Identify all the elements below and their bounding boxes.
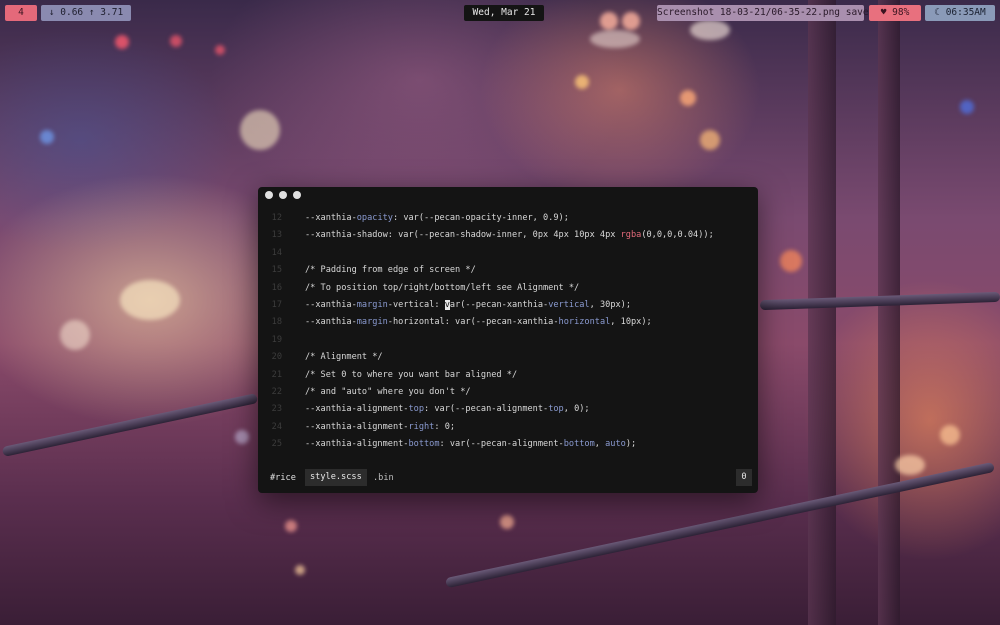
code-token: /* Set 0 to where you want bar aligned *… (305, 369, 518, 380)
maximize-dot-icon[interactable] (293, 191, 301, 199)
code-line[interactable]: 22 /* and "auto" where you don't */ (258, 384, 758, 401)
code-line[interactable]: 17 --xanthia-margin-vertical: var(--pecan… (258, 297, 758, 314)
line-number: 18 (271, 317, 282, 328)
code-token: : var(--pecan-alignment- (439, 439, 564, 450)
code-token: /* Alignment */ (305, 352, 383, 363)
workspace-indicator[interactable]: 4 (5, 5, 37, 21)
code-token: : 0; (434, 421, 456, 432)
code-token: margin (356, 299, 388, 310)
editor-window[interactable]: 12 --xanthia-opacity: var(--pecan-opacity… (258, 187, 758, 493)
code-token: ); (625, 439, 637, 450)
code-line[interactable]: 21 /* Set 0 to where you want bar aligned… (258, 367, 758, 384)
code-line[interactable]: 14 (258, 245, 758, 262)
code-token: (0,0,0,0.04)); (641, 230, 714, 241)
code-token: rgba (620, 230, 642, 241)
code-token: /* Padding from edge of screen */ (305, 265, 476, 276)
code-token: top (408, 404, 425, 415)
project-name: #rice (270, 473, 296, 483)
line-number: 20 (271, 352, 282, 363)
code-token: --xanthia- (305, 299, 357, 310)
code-line[interactable]: 23 --xanthia-alignment-top: var(--pecan-a… (258, 401, 758, 418)
tab-style-scss[interactable]: style.scss (305, 469, 367, 486)
code-token: --xanthia-alignment- (305, 439, 409, 450)
code-token: , 0); (563, 404, 590, 415)
code-token: margin (356, 317, 388, 328)
buffer-count: 0 (736, 469, 752, 486)
code-token: bottom (563, 439, 595, 450)
code-line[interactable]: 18 --xanthia-margin-horizontal: var(--pec… (258, 314, 758, 331)
code-token: , 10px); (610, 317, 652, 328)
code-text: --xanthia-alignment-bottom: var(--pecan-… (305, 436, 636, 453)
code-token: opacity (356, 213, 393, 223)
code-text: /* Set 0 to where you want bar aligned *… (305, 367, 517, 384)
line-number: 17 (271, 299, 282, 310)
code-text: --xanthia-alignment-top: var(--pecan-ali… (305, 401, 590, 418)
code-text: /* Alignment */ (305, 349, 383, 366)
line-number: 13 (271, 230, 282, 241)
line-number: 24 (271, 421, 282, 432)
code-token: -vertical: (387, 299, 445, 310)
line-number: 21 (271, 369, 282, 380)
line-number: 23 (271, 404, 282, 415)
line-number: 14 (271, 247, 282, 258)
code-text: --xanthia-shadow: var(--pecan-shadow-inn… (305, 227, 714, 244)
code-line[interactable]: 25 --xanthia-alignment-bottom: var(--peca… (258, 436, 758, 453)
line-number: 25 (271, 439, 282, 450)
code-token: -horizontal: var(--pecan-xanthia- (387, 317, 559, 328)
code-text: --xanthia-opacity: var(--pecan-opacity-i… (305, 210, 569, 227)
code-line[interactable]: 13 --xanthia-shadow: var(--pecan-shadow-i… (258, 227, 758, 244)
code-token: /* and "auto" where you don't */ (305, 386, 471, 397)
tab-bin[interactable]: .bin (373, 473, 394, 483)
code-line[interactable]: 24 --xanthia-alignment-right: 0; (258, 419, 758, 436)
code-token: --xanthia-alignment- (305, 421, 409, 432)
code-token: bottom (408, 439, 440, 450)
network-speed: ↓ 0.66 ↑ 3.71 (41, 5, 131, 21)
close-dot-icon[interactable] (265, 191, 273, 199)
battery-status: ♥ 98% (869, 5, 921, 21)
code-token: vertical (548, 299, 590, 310)
code-token: top (548, 404, 564, 415)
line-number: 19 (271, 334, 282, 345)
line-number: 15 (271, 265, 282, 276)
code-text: /* Padding from edge of screen */ (305, 262, 476, 279)
code-token: , 30px); (589, 299, 632, 310)
code-token: --xanthia- (305, 213, 357, 223)
code-text: --xanthia-margin-vertical: var(--pecan-x… (305, 297, 631, 314)
code-text: --xanthia-alignment-right: 0; (305, 419, 455, 436)
code-token: : var(--pecan-alignment- (424, 404, 549, 415)
code-token: ar(--pecan-xanthia- (449, 299, 549, 310)
minimize-dot-icon[interactable] (279, 191, 287, 199)
clock: ☾ 06:35AM (925, 5, 995, 21)
code-line[interactable]: 15 /* Padding from edge of screen */ (258, 262, 758, 279)
code-token: /* To position top/right/bottom/left see… (305, 282, 580, 293)
code-line[interactable]: 12 --xanthia-opacity: var(--pecan-opacity… (258, 210, 758, 227)
code-token: , (594, 439, 606, 450)
line-number: 22 (271, 386, 282, 397)
code-token: --xanthia- (305, 317, 357, 328)
code-token: --xanthia-alignment- (305, 404, 409, 415)
code-text: --xanthia-margin-horizontal: var(--pecan… (305, 314, 652, 331)
code-token: auto (605, 439, 626, 450)
code-token: right (408, 421, 435, 432)
date-display: Wed, Mar 21 (464, 5, 544, 21)
code-token: horizontal (558, 317, 611, 328)
code-text: /* To position top/right/bottom/left see… (305, 280, 579, 297)
code-text: /* and "auto" where you don't */ (305, 384, 471, 401)
code-token: --xanthia-shadow: var(--pecan-shadow-inn… (305, 230, 621, 241)
code-area[interactable]: 12 --xanthia-opacity: var(--pecan-opacity… (258, 210, 758, 453)
line-number: 12 (271, 213, 282, 223)
line-number: 16 (271, 282, 282, 293)
code-line[interactable]: 20 /* Alignment */ (258, 349, 758, 366)
code-token: : var(--pecan-opacity-inner, 0.9); (392, 213, 569, 223)
code-line[interactable]: 16 /* To position top/right/bottom/left s… (258, 280, 758, 297)
screenshot-notification: Screenshot 18-03-21/06-35-22.png saved (657, 5, 874, 21)
window-controls (265, 191, 301, 199)
code-line[interactable]: 19 (258, 332, 758, 349)
